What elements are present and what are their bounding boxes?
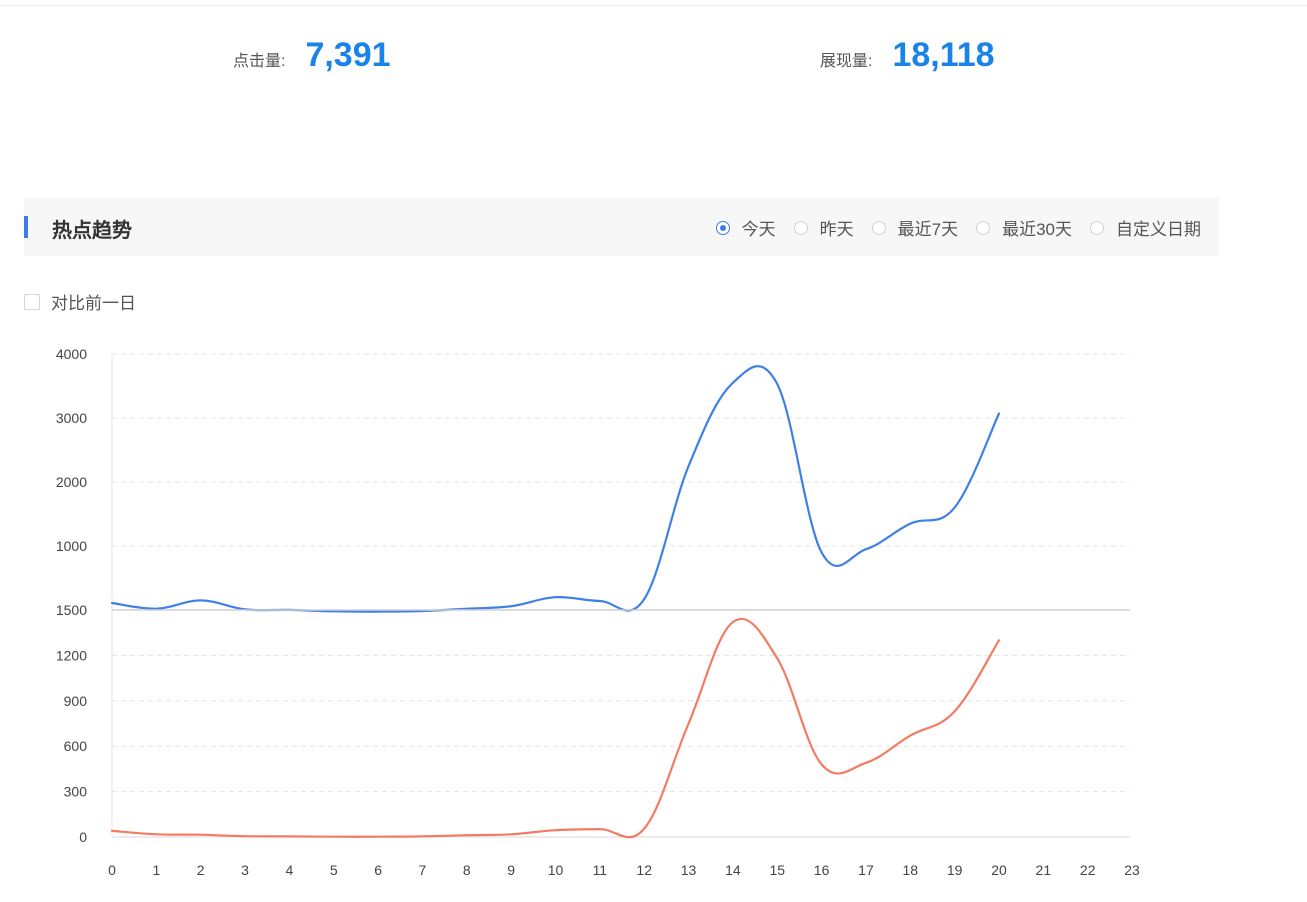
y-tick-label-panel2: 900 <box>64 693 88 709</box>
trend-section-header: 热点趋势 今天 昨天 最近7天 最近30天 自定义日期 <box>24 198 1219 256</box>
date-range-radio-group: 今天 昨天 最近7天 最近30天 自定义日期 <box>698 215 1201 240</box>
x-tick-label: 19 <box>947 862 963 878</box>
x-tick-label: 20 <box>991 862 1007 878</box>
radio-today[interactable]: 今天 <box>715 215 776 240</box>
radio-custom-date[interactable]: 自定义日期 <box>1090 215 1201 240</box>
x-tick-label: 10 <box>548 862 564 878</box>
y-tick-label-panel2: 0 <box>79 829 87 845</box>
y-tick-label-panel2: 600 <box>64 738 88 754</box>
x-tick-label: 5 <box>330 862 338 878</box>
radio-circle-icon <box>715 220 730 235</box>
top-divider <box>0 5 1307 6</box>
radio-circle-icon <box>1090 220 1104 235</box>
x-tick-label: 3 <box>241 862 249 878</box>
clicks-stat: 点击量: 7,391 <box>233 36 391 80</box>
x-tick-label: 1 <box>152 862 160 878</box>
section-accent-bar <box>24 216 28 238</box>
x-tick-label: 15 <box>769 862 785 878</box>
clicks-label: 点击量: <box>233 53 286 70</box>
x-tick-label: 21 <box>1036 862 1052 878</box>
trend-chart: 10002000300040000300600900120015000 1 2 3 4 5… <box>56 346 1140 878</box>
series-line-panel2 <box>110 617 1001 839</box>
section-title: 热点趋势 <box>52 220 132 242</box>
radio-circle-icon <box>976 220 991 235</box>
y-tick-label-panel1: 2000 <box>56 474 87 490</box>
radio-circle-icon <box>871 220 886 235</box>
views-stat: 展现量: 18,118 <box>820 36 995 80</box>
x-tick-label: 9 <box>507 862 515 878</box>
radio-yesterday[interactable]: 昨天 <box>793 215 854 240</box>
y-tick-label-panel2: 1500 <box>56 602 87 618</box>
x-tick-label: 12 <box>636 862 652 878</box>
x-tick-label: 23 <box>1124 862 1140 878</box>
views-label: 展现量: <box>820 53 873 70</box>
compare-checkbox[interactable] <box>24 293 40 310</box>
clicks-value: 7,391 <box>305 36 391 74</box>
x-tick-label: 8 <box>463 862 471 878</box>
x-tick-label: 7 <box>419 862 427 878</box>
x-tick-label: 13 <box>681 862 697 878</box>
x-tick-label: 4 <box>286 862 294 878</box>
x-tick-label: 22 <box>1080 862 1096 878</box>
x-tick-label: 16 <box>814 862 830 878</box>
compare-label: 对比前一日 <box>51 294 136 313</box>
x-tick-label: 17 <box>858 862 874 878</box>
radio-last-30-days[interactable]: 最近30天 <box>976 215 1072 240</box>
x-tick-label: 14 <box>725 862 741 878</box>
series-line-panel1 <box>110 365 1001 613</box>
x-tick-label: 2 <box>197 862 205 878</box>
radio-last-7-days[interactable]: 最近7天 <box>871 215 959 240</box>
radio-label-last-7-days: 最近7天 <box>897 220 959 239</box>
x-tick-label: 6 <box>374 862 382 878</box>
radio-label-last-30-days: 最近30天 <box>1002 220 1072 239</box>
y-tick-label-panel1: 3000 <box>56 410 87 426</box>
radio-circle-icon <box>793 220 808 235</box>
y-tick-label-panel2: 300 <box>64 784 88 800</box>
views-value: 18,118 <box>892 36 995 74</box>
compare-previous-day[interactable]: 对比前一日 <box>24 289 136 314</box>
x-tick-label: 18 <box>903 862 919 878</box>
radio-label-custom-date: 自定义日期 <box>1116 220 1201 239</box>
radio-label-today: 今天 <box>741 220 776 239</box>
y-tick-label-panel1: 4000 <box>56 346 87 362</box>
y-tick-label-panel2: 1200 <box>56 647 87 663</box>
radio-label-yesterday: 昨天 <box>819 220 854 239</box>
x-tick-label: 11 <box>593 862 608 878</box>
y-tick-label-panel1: 1000 <box>56 538 87 554</box>
x-tick-label: 0 <box>108 862 116 878</box>
